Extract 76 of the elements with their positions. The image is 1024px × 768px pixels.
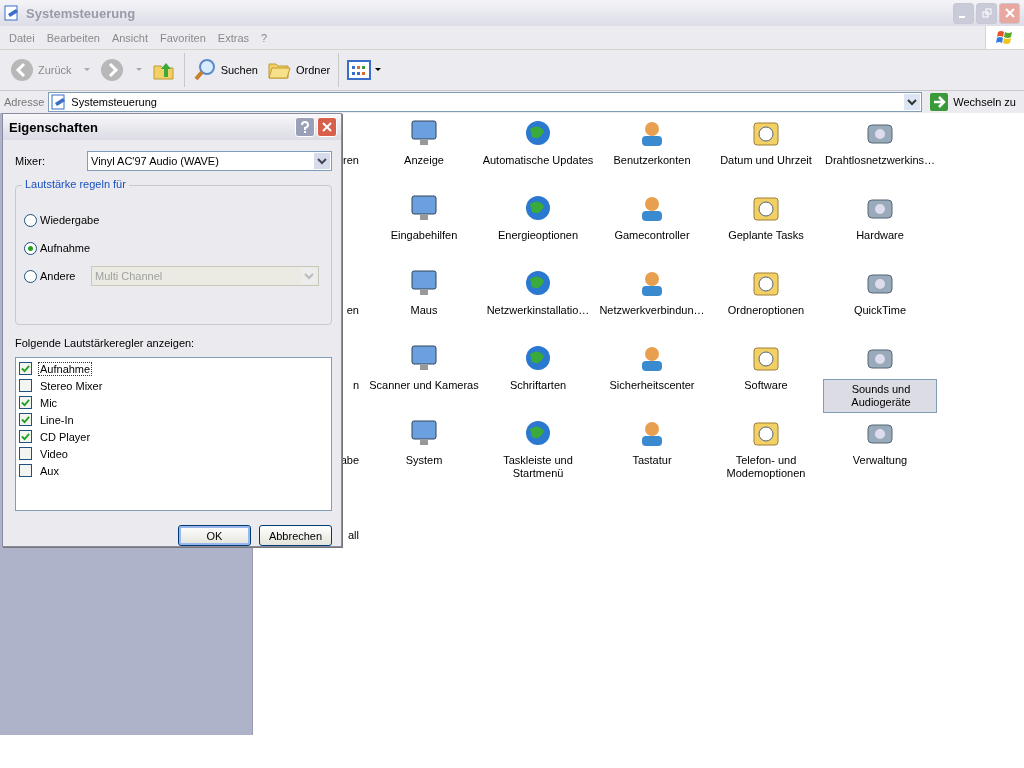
radio-button[interactable] — [24, 269, 37, 283]
item-label[interactable]: Telefon- und Modemoptionen — [709, 454, 823, 480]
mixer-dropdown[interactable]: Vinyl AC'97 Audio (WAVE) — [87, 151, 332, 171]
search-icon — [192, 58, 217, 82]
item-label[interactable]: Verwaltung — [851, 454, 909, 467]
checkbox-label[interactable]: Video — [38, 446, 70, 461]
restore-icon — [981, 8, 992, 18]
radio-label[interactable]: Andere — [40, 269, 88, 283]
item-label[interactable]: Netzwerkinstallatio… — [485, 304, 591, 317]
item-label[interactable]: QuickTime — [852, 304, 908, 317]
checkbox[interactable] — [19, 396, 32, 409]
mixer-label: Mixer: — [15, 155, 46, 167]
item-label: en — [346, 304, 359, 316]
item-label[interactable]: Sounds und Audiogeräte — [823, 379, 937, 413]
radio-label[interactable]: Aufnahme — [40, 241, 91, 255]
checkbox[interactable] — [19, 464, 32, 477]
checkbox-label[interactable]: Stereo Mixer — [38, 378, 105, 393]
list-label: Folgende Lautstärkeregler anzeigen: — [15, 337, 196, 349]
go-arrow-icon — [930, 93, 949, 111]
views-icon — [347, 60, 372, 80]
group-title: Lautstärke regeln für — [22, 178, 129, 190]
address-label: Adresse — [4, 96, 45, 108]
item-label[interactable]: Maus — [409, 304, 439, 317]
item-label[interactable]: Ordneroptionen — [726, 304, 806, 317]
item-label: ren — [343, 154, 359, 166]
item-label[interactable]: Benutzerkonten — [612, 154, 692, 167]
radio-button[interactable] — [24, 213, 37, 227]
window-title: Systemsteuerung — [26, 5, 137, 21]
help-button[interactable] — [295, 117, 315, 137]
item-label[interactable]: Hardware — [855, 229, 905, 242]
checkbox[interactable] — [19, 430, 32, 443]
item-label: n — [352, 379, 359, 391]
checkbox-label[interactable]: Aux — [38, 463, 61, 478]
minimize-icon — [959, 16, 965, 18]
dialog-title: Eigenschaften — [9, 119, 99, 135]
checkbox[interactable] — [19, 362, 32, 375]
checkbox[interactable] — [19, 447, 32, 460]
help-icon — [300, 121, 310, 133]
item-label[interactable]: Eingabehilfen — [389, 229, 459, 242]
item-label[interactable]: Sicherheitscenter — [608, 379, 696, 392]
checkbox-label[interactable]: Aufnahme — [38, 361, 93, 376]
checkbox-label[interactable]: Line-In — [38, 412, 76, 427]
dialog-button[interactable]: OK — [178, 525, 251, 546]
item-label[interactable]: Netzwerkverbindun… — [598, 304, 706, 317]
address-field[interactable]: Systemsteuerung — [48, 92, 923, 112]
item-label[interactable]: Geplante Tasks — [727, 229, 805, 242]
item-label: all — [348, 529, 359, 541]
item-label[interactable]: Tastatur — [631, 454, 673, 467]
caret-icon — [375, 68, 382, 72]
control-panel-icon — [4, 5, 20, 21]
close-icon — [1004, 8, 1015, 18]
item-label[interactable]: Software — [743, 379, 789, 392]
control-panel-icon — [51, 94, 68, 110]
dialog-button[interactable]: Abbrechen — [259, 525, 332, 546]
close-icon — [322, 122, 332, 132]
checkbox[interactable] — [19, 413, 32, 426]
item-label[interactable]: Schriftarten — [508, 379, 568, 392]
item-label[interactable]: Automatische Updates — [481, 154, 595, 167]
radio-label[interactable]: Wiedergabe — [40, 213, 100, 227]
item-label[interactable]: Anzeige — [403, 154, 445, 167]
item-label[interactable]: Energieoptionen — [496, 229, 580, 242]
checkbox-label[interactable]: CD Player — [38, 429, 93, 444]
radio-button[interactable] — [24, 241, 37, 255]
folders-button[interactable]: Ordner — [263, 53, 335, 87]
checkbox[interactable] — [19, 379, 32, 392]
item-label[interactable]: Gamecontroller — [613, 229, 691, 242]
item-label[interactable]: Drahtlosnetzwerkins… — [823, 154, 936, 167]
caret-icon — [83, 68, 90, 72]
item-label[interactable]: Datum und Uhrzeit — [719, 154, 813, 167]
go-button[interactable]: Wechseln zu — [926, 93, 1020, 111]
item-label[interactable]: System — [404, 454, 444, 467]
checkbox-label[interactable]: Mic — [38, 395, 60, 410]
item-label[interactable]: Scanner und Kameras — [368, 379, 480, 392]
item-label[interactable]: Taskleiste und Startmenü — [481, 454, 595, 480]
caret-icon — [135, 68, 142, 72]
search-button[interactable]: Suchen — [188, 53, 262, 87]
